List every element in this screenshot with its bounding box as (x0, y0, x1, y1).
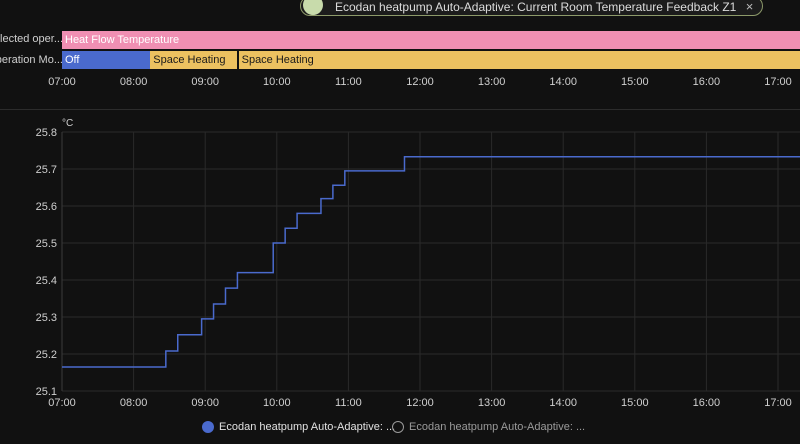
x-tick-label: 16:00 (693, 397, 721, 409)
x-tick-label: 15:00 (621, 397, 649, 409)
y-tick-label: 25.8 (36, 127, 57, 139)
y-tick-label: 25.3 (36, 312, 57, 324)
x-tick-label: 14:00 (549, 397, 577, 409)
legend-item[interactable]: Ecodan heatpump Auto-Adaptive: ... (202, 421, 395, 433)
legend-dot-empty-icon (392, 421, 404, 433)
legend-dot-filled-icon (202, 421, 214, 433)
y-tick-label: 25.6 (36, 201, 57, 213)
x-tick-label: 11:00 (335, 397, 362, 409)
legend-label: Ecodan heatpump Auto-Adaptive: ... (219, 421, 396, 433)
x-tick-label: 17:00 (764, 397, 792, 409)
legend-item[interactable]: Ecodan heatpump Auto-Adaptive: ... (392, 421, 585, 433)
temperature-chart: 25.125.225.325.425.525.625.725.807:00 08:… (36, 118, 800, 409)
x-tick-label: 12:00 (406, 397, 434, 409)
y-tick-label: 25.4 (36, 275, 57, 287)
x-tick-label: 08:00 (120, 397, 148, 409)
legend-label: Ecodan heatpump Auto-Adaptive: ... (409, 421, 586, 433)
series-line (62, 156, 800, 368)
y-tick-label: 25.5 (36, 238, 57, 250)
y-tick-label: 25.7 (36, 164, 57, 176)
x-tick-label: 07:00 (48, 397, 76, 409)
y-axis-unit: °C (62, 118, 73, 129)
x-tick-label: 13:00 (478, 397, 506, 409)
y-tick-label: 25.2 (36, 349, 57, 361)
x-tick-label: 10:00 (263, 397, 291, 409)
x-tick-label: 09:00 (191, 397, 219, 409)
